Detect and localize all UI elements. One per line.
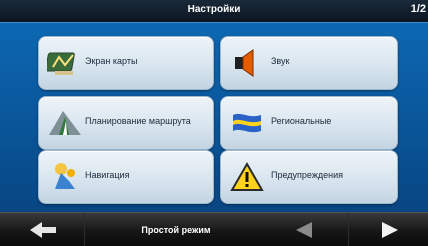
title-bar: Настройки 1/2 (0, 0, 428, 23)
map-screen-button[interactable]: Экран карты (38, 36, 214, 90)
simple-mode-button[interactable]: Простой режим (84, 213, 268, 246)
tile-label: Звук (271, 56, 290, 66)
warning-icon (230, 161, 264, 191)
regional-button[interactable]: Региональные (220, 96, 398, 150)
next-page-button[interactable] (348, 213, 428, 246)
previous-page-button[interactable] (268, 213, 349, 246)
navigation-button[interactable]: Навигация (38, 150, 214, 204)
map-screen-icon (47, 52, 75, 75)
bottom-toolbar: Простой режим (0, 212, 428, 246)
back-button[interactable] (0, 213, 85, 246)
speaker-icon (235, 49, 254, 77)
tile-label: Предупреждения (271, 170, 343, 180)
next-page-icon (382, 222, 398, 238)
navigation-icon (55, 163, 75, 189)
sound-button[interactable]: Звук (220, 36, 398, 90)
back-arrow-icon (30, 222, 56, 238)
tile-label: Региональные (271, 116, 332, 126)
route-planning-icon (49, 111, 81, 135)
settings-screen: Настройки 1/2 Экран карты Звук Планирова… (0, 0, 428, 246)
settings-grid: Экран карты Звук Планирование маршрута Р… (0, 22, 428, 205)
page-title: Настройки (187, 4, 241, 15)
flag-icon (233, 113, 261, 133)
previous-page-icon (296, 222, 312, 238)
tile-label: Навигация (85, 170, 130, 180)
tile-label: Экран карты (85, 56, 138, 66)
tile-label: Планирование маршрута (85, 116, 191, 126)
warnings-button[interactable]: Предупреждения (220, 150, 398, 204)
page-indicator: 1/2 (410, 3, 426, 15)
route-planning-button[interactable]: Планирование маршрута (38, 96, 214, 150)
